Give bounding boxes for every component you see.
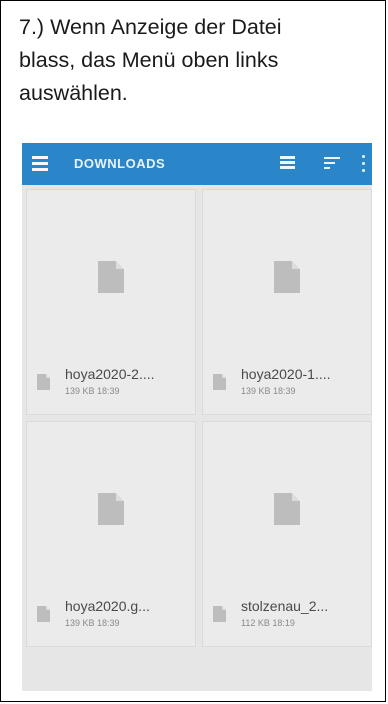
file-thumbnail xyxy=(27,422,195,580)
app-bar-title: DOWNLOADS xyxy=(74,156,166,171)
instruction-text: 7.) Wenn Anzeige der Datei blass, das Me… xyxy=(19,11,369,110)
list-view-button[interactable] xyxy=(280,155,298,171)
file-thumbnail xyxy=(203,190,371,348)
file-tile[interactable]: hoya2020.g... 139 KB 18:39 xyxy=(26,421,196,647)
menu-button[interactable] xyxy=(32,153,54,173)
file-thumbnail xyxy=(203,422,371,580)
file-info: hoya2020.g... 139 KB 18:39 xyxy=(37,598,193,638)
file-size-time: 139 KB 18:39 xyxy=(65,386,120,396)
file-info: stolzenau_2... 112 KB 18:19 xyxy=(213,598,369,638)
file-tile[interactable]: hoya2020-2.... 139 KB 18:39 xyxy=(26,189,196,415)
file-name: hoya2020.g... xyxy=(65,598,150,614)
file-icon xyxy=(274,493,300,525)
more-options-button[interactable] xyxy=(360,153,368,175)
instruction-line-1: 7.) Wenn Anzeige der Datei xyxy=(19,15,282,39)
file-type-icon xyxy=(37,606,50,622)
file-grid: hoya2020-2.... 139 KB 18:39 hoya2020-1..… xyxy=(26,189,372,691)
file-name: hoya2020-2.... xyxy=(65,366,155,382)
file-info: hoya2020-1.... 139 KB 18:39 xyxy=(213,366,369,406)
file-type-icon xyxy=(37,374,50,390)
app-bar: DOWNLOADS xyxy=(22,143,372,185)
file-name: stolzenau_2... xyxy=(241,598,329,614)
file-icon xyxy=(98,493,124,525)
file-type-icon xyxy=(213,606,226,622)
file-icon xyxy=(98,261,124,293)
instruction-line-3: auswählen. xyxy=(19,81,128,105)
sort-button[interactable] xyxy=(324,155,342,171)
file-tile[interactable]: hoya2020-1.... 139 KB 18:39 xyxy=(202,189,372,415)
file-type-icon xyxy=(213,374,226,390)
instruction-line-2: blass, das Menü oben links xyxy=(19,48,279,72)
file-size-time: 112 KB 18:19 xyxy=(241,618,295,628)
instruction-frame: 7.) Wenn Anzeige der Datei blass, das Me… xyxy=(0,0,386,702)
file-thumbnail xyxy=(27,190,195,348)
file-size-time: 139 KB 18:39 xyxy=(241,386,296,396)
file-icon xyxy=(274,261,300,293)
file-tile[interactable]: stolzenau_2... 112 KB 18:19 xyxy=(202,421,372,647)
file-name: hoya2020-1.... xyxy=(241,366,331,382)
file-info: hoya2020-2.... 139 KB 18:39 xyxy=(37,366,193,406)
phone-screenshot: DOWNLOADS hoya2020-2.... 139 KB 18:39 ho… xyxy=(22,143,372,691)
file-size-time: 139 KB 18:39 xyxy=(65,618,120,628)
